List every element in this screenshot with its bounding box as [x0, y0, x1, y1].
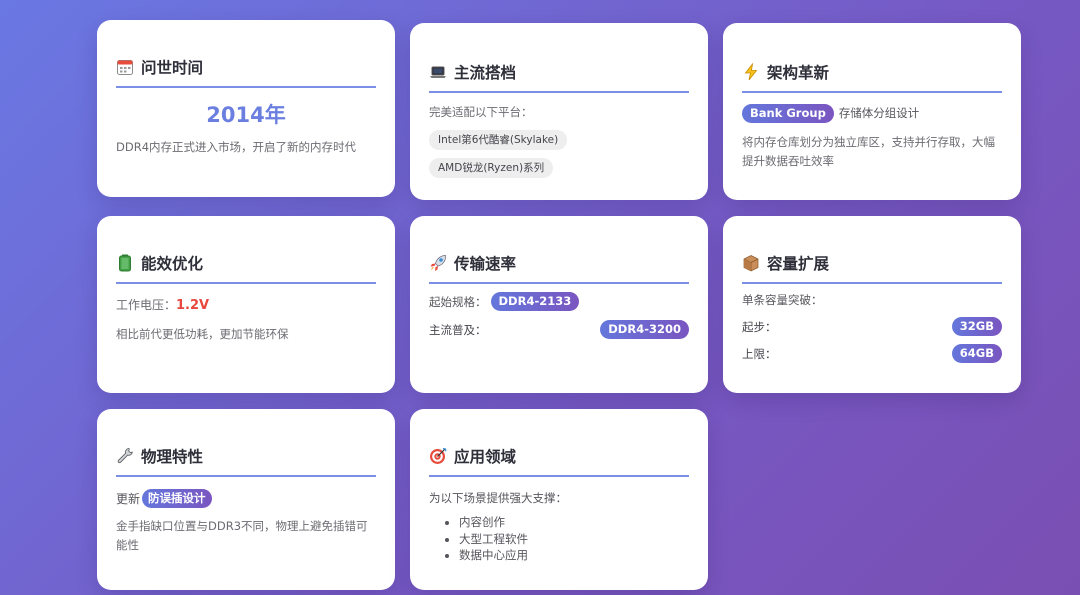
card-title-text: 问世时间: [141, 59, 204, 77]
physical-desc: 金手指缺口位置与DDR3不同，物理上避免插错可能性: [116, 519, 368, 552]
card-physical: 物理特性 更新 防误插设计 金手指缺口位置与DDR3不同，物理上避免插错可能性: [97, 409, 395, 590]
card-speed: 传输速率 起始规格： DDR4-2133 主流普及： DDR4-3200: [410, 216, 708, 393]
card-applications: 应用领域 为以下场景提供强大支撑： 内容创作 大型工程软件 数据中心应用: [410, 409, 708, 590]
speed-main-label: 主流普及：: [429, 322, 487, 337]
card-title-text: 能效优化: [141, 255, 204, 273]
architecture-desc: 将内存仓库划分为独立库区，支持并行存取，大幅提升数据吞吐效率: [742, 135, 995, 168]
card-title-efficiency: 能效优化: [116, 252, 376, 284]
card-title-speed: 传输速率: [429, 252, 689, 284]
wrench-icon: [116, 447, 134, 465]
release-desc: DDR4内存正式进入市场，开启了新的内存时代: [116, 140, 357, 154]
list-item: 大型工程软件: [459, 531, 689, 548]
platform-intro: 完美适配以下平台：: [429, 105, 533, 119]
capacity-start-label: 起步：: [742, 319, 777, 334]
applications-intro: 为以下场景提供强大支撑：: [429, 491, 567, 505]
card-platform: 主流搭档 完美适配以下平台： Intel第6代酷睿(Skylake) AMD锐龙…: [410, 23, 708, 200]
target-icon: [429, 447, 447, 465]
applications-list: 内容创作 大型工程软件 数据中心应用: [429, 514, 689, 564]
capacity-max-badge: 64GB: [951, 344, 1002, 363]
capacity-start-badge: 32GB: [951, 317, 1002, 336]
speed-main-row: 主流普及： DDR4-3200: [429, 320, 689, 339]
physical-prefix: 更新: [116, 492, 141, 506]
speed-start-row: 起始规格： DDR4-2133: [429, 292, 689, 311]
battery-icon: [116, 254, 134, 272]
capacity-intro: 单条容量突破：: [742, 293, 823, 307]
voltage-value: 1.2V: [176, 298, 210, 313]
efficiency-desc: 相比前代更低功耗，更加节能环保: [116, 327, 289, 341]
laptop-icon: [429, 63, 447, 81]
card-architecture: 架构革新 Bank Group 存储体分组设计 将内存仓库划分为独立库区，支持并…: [723, 23, 1021, 200]
physical-badge-row: 更新 防误插设计: [116, 489, 376, 508]
card-title-applications: 应用领域: [429, 445, 689, 477]
capacity-start-row: 起步： 32GB: [742, 317, 1002, 336]
release-year: 2014年: [206, 103, 286, 127]
platform-tag: Intel第6代酷睿(Skylake): [429, 130, 568, 150]
card-efficiency: 能效优化 工作电压：1.2V 相比前代更低功耗，更加节能环保: [97, 216, 395, 393]
platform-tag: AMD锐龙(Ryzen)系列: [429, 158, 554, 178]
card-title-physical: 物理特性: [116, 445, 376, 477]
speed-main-badge: DDR4-3200: [600, 320, 689, 339]
card-title-text: 架构革新: [767, 64, 830, 82]
platform-tag-list: Intel第6代酷睿(Skylake): [429, 128, 689, 150]
card-title-text: 主流搭档: [454, 64, 517, 82]
rocket-icon: [429, 254, 447, 272]
list-item: 内容创作: [459, 514, 689, 531]
calendar-icon: [116, 58, 134, 76]
architecture-badge-row: Bank Group 存储体分组设计: [742, 104, 1002, 123]
capacity-max-row: 上限： 64GB: [742, 344, 1002, 363]
card-release: 问世时间 2014年 DDR4内存正式进入市场，开启了新的内存时代: [97, 20, 395, 197]
card-title-capacity: 容量扩展: [742, 252, 1002, 284]
card-capacity: 容量扩展 单条容量突破： 起步： 32GB 上限： 64GB: [723, 216, 1021, 393]
bank-group-badge: Bank Group: [742, 104, 834, 123]
platform-tag-list: AMD锐龙(Ryzen)系列: [429, 156, 689, 178]
anti-misinsert-badge: 防误插设计: [142, 489, 212, 508]
voltage-label: 工作电压：: [116, 298, 177, 312]
card-title-text: 传输速率: [454, 255, 517, 273]
badge-text: 存储体分组设计: [838, 106, 920, 120]
voltage-row: 工作电压：1.2V: [116, 296, 376, 313]
lightning-icon: [742, 62, 760, 81]
speed-start-badge: DDR4-2133: [490, 292, 580, 311]
card-title-text: 物理特性: [141, 448, 204, 466]
package-icon: [742, 254, 760, 272]
capacity-max-label: 上限：: [742, 346, 777, 361]
card-title-architecture: 架构革新: [742, 61, 1002, 93]
card-title-text: 应用领域: [454, 448, 517, 466]
card-title-text: 容量扩展: [767, 255, 830, 273]
list-item: 数据中心应用: [459, 547, 689, 564]
card-title-release: 问世时间: [116, 56, 376, 88]
card-title-platform: 主流搭档: [429, 61, 689, 93]
speed-start-label: 起始规格：: [429, 294, 487, 309]
